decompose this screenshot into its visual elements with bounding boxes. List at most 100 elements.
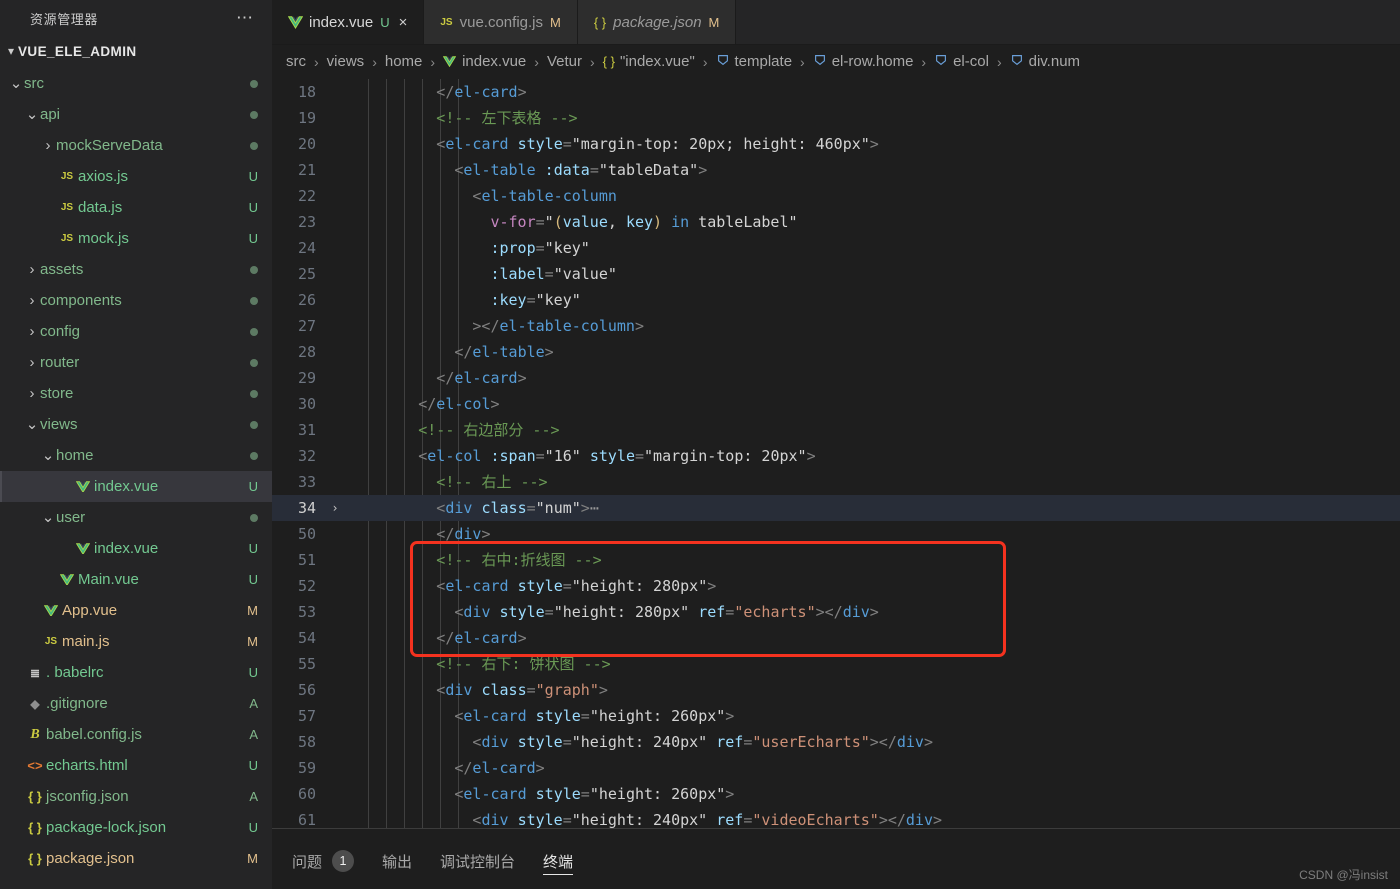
code-line[interactable]: 56<div class="graph"> [272, 677, 1400, 703]
config-icon: ≣ [24, 666, 46, 680]
breadcrumb-item-home[interactable]: home [383, 53, 425, 70]
code-line[interactable]: 21<el-table :data="tableData"> [272, 157, 1400, 183]
breadcrumb-item-src[interactable]: src [284, 53, 308, 70]
code-line[interactable]: 26:key="key" [272, 287, 1400, 313]
code-line[interactable]: 22<el-table-column [272, 183, 1400, 209]
code-line[interactable]: 30</el-col> [272, 391, 1400, 417]
tree-item-axios-js[interactable]: JSaxios.jsU [0, 161, 272, 192]
editor-tab-package-json[interactable]: { }package.jsonM [578, 0, 737, 44]
breadcrumb-item-div-num[interactable]: div.num [1008, 53, 1082, 70]
code-line[interactable]: 60<el-card style="height: 260px"> [272, 781, 1400, 807]
editor-tab-index-vue[interactable]: index.vueU× [272, 0, 424, 44]
fold-chevron-icon[interactable]: › [324, 501, 346, 515]
chevron-down-icon[interactable]: ⌄ [24, 422, 40, 428]
tree-item-mockservedata[interactable]: ›mockServeData [0, 130, 272, 161]
code-line[interactable]: 61<div style="height: 240px" ref="videoE… [272, 807, 1400, 828]
breadcrumb-item-vetur[interactable]: Vetur [545, 53, 584, 70]
panel-tab-3[interactable]: 调试控制台 [440, 829, 515, 889]
code-line[interactable]: 31<!-- 右边部分 --> [272, 417, 1400, 443]
code-line[interactable]: 33<!-- 右上 --> [272, 469, 1400, 495]
code-line[interactable]: 34›<div class="num">⋯ [272, 495, 1400, 521]
chevron-right-icon[interactable]: › [24, 323, 40, 340]
tree-item-store[interactable]: ›store [0, 378, 272, 409]
tree-item-main-js[interactable]: JSmain.jsM [0, 626, 272, 657]
code-line[interactable]: 58<div style="height: 240px" ref="userEc… [272, 729, 1400, 755]
code-line[interactable]: 50</div> [272, 521, 1400, 547]
breadcrumb-item--index-vue-[interactable]: { }"index.vue" [601, 53, 697, 70]
code-token: div [897, 733, 924, 751]
editor-tab-vue-config-js[interactable]: JSvue.config.jsM [424, 0, 577, 44]
watermark-text: CSDN @冯insist [1299, 866, 1388, 883]
chevron-right-icon[interactable]: › [24, 261, 40, 278]
workspace-root-row[interactable]: ▾ VUE_ELE_ADMIN [0, 36, 272, 66]
chevron-down-icon[interactable]: ⌄ [8, 81, 24, 87]
folder-status-dot [244, 417, 258, 432]
breadcrumb-item-template[interactable]: template [714, 53, 795, 70]
tree-item-views[interactable]: ⌄views [0, 409, 272, 440]
code-lines[interactable]: 18</el-card>19<!-- 左下表格 -->20<el-card st… [272, 79, 1400, 828]
tree-item-router[interactable]: ›router [0, 347, 272, 378]
tree-item-echarts-html[interactable]: <>echarts.htmlU [0, 750, 272, 781]
line-number: 25 [272, 265, 324, 283]
code-line[interactable]: 32<el-col :span="16" style="margin-top: … [272, 443, 1400, 469]
panel-tab-1[interactable]: 问题1 [292, 829, 354, 889]
code-line[interactable]: 51<!-- 右中:折线图 --> [272, 547, 1400, 573]
panel-tab-4[interactable]: 终端 [543, 829, 573, 889]
close-icon[interactable]: × [399, 14, 408, 31]
tree-item-mock-js[interactable]: JSmock.jsU [0, 223, 272, 254]
tree-item-api[interactable]: ⌄api [0, 99, 272, 130]
code-line[interactable]: 23v-for="(value, key) in tableLabel" [272, 209, 1400, 235]
code-line[interactable]: 20<el-card style="margin-top: 20px; heig… [272, 131, 1400, 157]
code-line[interactable]: 54</el-card> [272, 625, 1400, 651]
tree-item-components[interactable]: ›components [0, 285, 272, 316]
tree-item-user[interactable]: ⌄user [0, 502, 272, 533]
code-line[interactable]: 53<div style="height: 280px" ref="echart… [272, 599, 1400, 625]
tree-item-src[interactable]: ⌄src [0, 68, 272, 99]
tab-label: index.vue [309, 14, 373, 31]
code-line[interactable]: 52<el-card style="height: 280px"> [272, 573, 1400, 599]
tree-item-assets[interactable]: ›assets [0, 254, 272, 285]
breadcrumb-item-el-col[interactable]: el-col [932, 53, 991, 70]
code-editor[interactable]: 18</el-card>19<!-- 左下表格 -->20<el-card st… [272, 79, 1400, 828]
chevron-right-icon[interactable]: › [24, 385, 40, 402]
tree-item-config[interactable]: ›config [0, 316, 272, 347]
tree-item-label: user [56, 509, 244, 526]
tree-item-babel-config-js[interactable]: Bbabel.config.jsA [0, 719, 272, 750]
code-line[interactable]: 29</el-card> [272, 365, 1400, 391]
tree-item-package-json[interactable]: { }package.jsonM [0, 843, 272, 874]
breadcrumb-item-el-row-home[interactable]: el-row.home [811, 53, 916, 70]
code-token: > [870, 135, 879, 153]
more-actions-icon[interactable]: ⋯ [230, 11, 260, 25]
code-line[interactable]: 18</el-card> [272, 79, 1400, 105]
tree-item--gitignore[interactable]: ◆.gitignoreA [0, 688, 272, 719]
tree-item-home[interactable]: ⌄home [0, 440, 272, 471]
code-line[interactable]: 24:prop="key" [272, 235, 1400, 261]
chevron-right-icon[interactable]: › [40, 137, 56, 154]
code-token: :label [490, 265, 544, 283]
chevron-down-icon[interactable]: ⌄ [40, 515, 56, 521]
tree-item-data-js[interactable]: JSdata.jsU [0, 192, 272, 223]
git-status-badge: U [243, 541, 258, 556]
tree-item-jsconfig-json[interactable]: { }jsconfig.jsonA [0, 781, 272, 812]
breadcrumb-item-views[interactable]: views [325, 53, 367, 70]
code-line[interactable]: 25:label="value" [272, 261, 1400, 287]
tree-item-index-vue[interactable]: index.vueU [0, 471, 272, 502]
tree-item-package-lock-json[interactable]: { }package-lock.jsonU [0, 812, 272, 843]
tree-item-app-vue[interactable]: App.vueM [0, 595, 272, 626]
code-line[interactable]: 19<!-- 左下表格 --> [272, 105, 1400, 131]
chevron-down-icon[interactable]: ⌄ [40, 453, 56, 459]
code-line[interactable]: 57<el-card style="height: 260px"> [272, 703, 1400, 729]
panel-tab-2[interactable]: 输出 [382, 829, 412, 889]
tree-item-main-vue[interactable]: Main.vueU [0, 564, 272, 595]
chevron-down-icon[interactable]: ⌄ [24, 112, 40, 118]
chevron-right-icon[interactable]: › [24, 292, 40, 309]
code-line[interactable]: 27></el-table-column> [272, 313, 1400, 339]
tree-item-index-vue[interactable]: index.vueU [0, 533, 272, 564]
chevron-right-icon[interactable]: › [24, 354, 40, 371]
code-line[interactable]: 55<!-- 右下: 饼状图 --> [272, 651, 1400, 677]
code-line[interactable]: 59</el-card> [272, 755, 1400, 781]
tree-item--babelrc[interactable]: ≣. babelrcU [0, 657, 272, 688]
code-token: ( [554, 213, 563, 231]
breadcrumb-item-index-vue[interactable]: index.vue [441, 53, 528, 70]
code-line[interactable]: 28</el-table> [272, 339, 1400, 365]
